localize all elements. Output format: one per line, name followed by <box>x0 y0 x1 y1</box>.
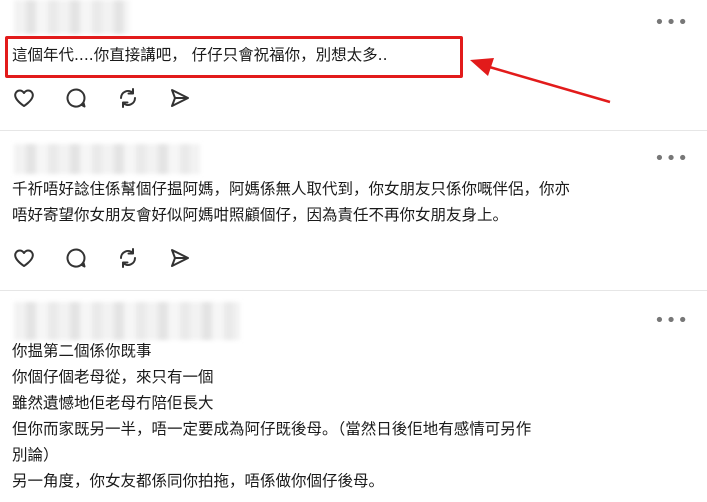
heart-icon[interactable] <box>12 86 36 110</box>
post-text: 這個年代....你直接講吧， 仔仔只會祝福你，別想太多.. <box>12 46 388 64</box>
more-options-icon[interactable]: ••• <box>654 310 689 331</box>
divider <box>0 290 707 291</box>
share-icon[interactable] <box>168 246 192 270</box>
username-blurred <box>14 144 200 174</box>
username-blurred <box>14 0 130 34</box>
heart-icon[interactable] <box>12 246 36 270</box>
post-1: ••• 這個年代....你直接講吧， 仔仔只會祝福你，別想太多.. <box>0 0 707 128</box>
comment-icon[interactable] <box>64 86 88 110</box>
post-3: ••• 你揾第二個係你既事 你個仔個老母從，來只有一個 雖然遺憾地佢老母冇陪佢長… <box>0 296 707 502</box>
post-actions <box>12 246 192 270</box>
more-options-icon[interactable]: ••• <box>654 148 689 169</box>
username-blurred <box>14 302 240 340</box>
share-icon[interactable] <box>168 86 192 110</box>
divider <box>0 130 707 131</box>
repost-icon[interactable] <box>116 246 140 270</box>
more-options-icon[interactable]: ••• <box>654 12 689 33</box>
post-text: 你揾第二個係你既事 你個仔個老母從，來只有一個 雖然遺憾地佢老母冇陪佢長大 但你… <box>12 342 532 490</box>
comment-icon[interactable] <box>64 246 88 270</box>
post-actions <box>12 86 192 110</box>
repost-icon[interactable] <box>116 86 140 110</box>
post-text: 千祈唔好諗住係幫個仔揾阿媽，阿媽係無人取代到，你女朋友只係你嘅伴侶，你亦 唔好寄… <box>12 180 571 224</box>
post-2: ••• 千祈唔好諗住係幫個仔揾阿媽，阿媽係無人取代到，你女朋友只係你嘅伴侶，你亦… <box>0 138 707 288</box>
